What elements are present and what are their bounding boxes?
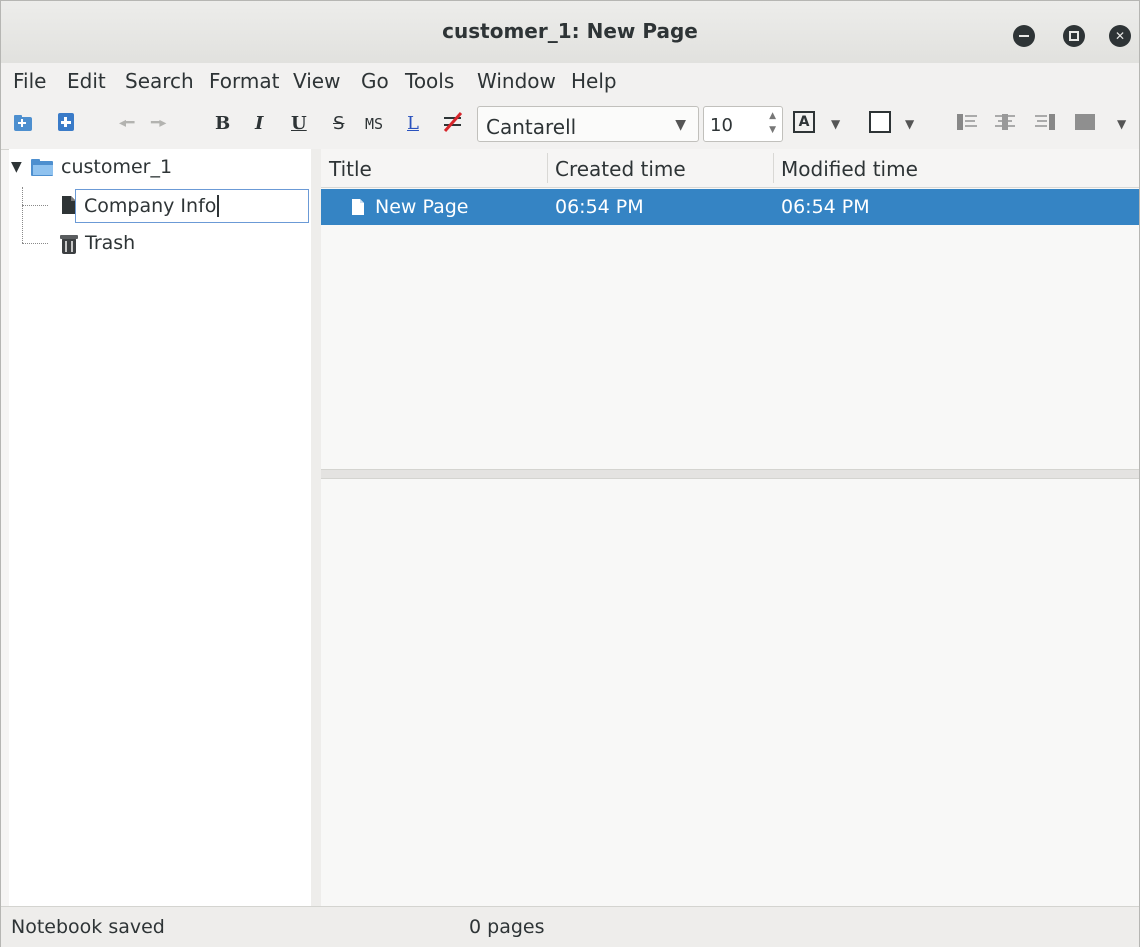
menu-tools[interactable]: Tools bbox=[405, 69, 454, 93]
menubar: File Edit Search Format View Go Tools Wi… bbox=[1, 63, 1139, 99]
justify-button[interactable] bbox=[1075, 113, 1095, 135]
menu-help[interactable]: Help bbox=[571, 69, 617, 93]
cell-modified: 06:54 PM bbox=[781, 196, 870, 218]
minimize-button[interactable] bbox=[1013, 25, 1035, 47]
toolbar-overflow-icon[interactable]: ▼ bbox=[1117, 117, 1126, 131]
align-center-icon bbox=[995, 114, 1015, 130]
monospace-button[interactable]: MS bbox=[365, 115, 383, 133]
notebook-tree: ▼ customer_1 Company Info Trash bbox=[9, 149, 312, 906]
menu-window[interactable]: Window bbox=[477, 69, 556, 93]
back-arrow-icon: ◂━ bbox=[119, 115, 135, 131]
column-header-title[interactable]: Title bbox=[329, 157, 372, 181]
vertical-pane-splitter[interactable] bbox=[311, 149, 321, 906]
tree-item-trash[interactable]: Trash bbox=[9, 225, 311, 261]
forward-button[interactable]: ━▸ bbox=[151, 115, 166, 131]
maximize-icon bbox=[1069, 31, 1079, 41]
column-header-modified[interactable]: Modified time bbox=[781, 157, 918, 181]
statusbar: Notebook saved 0 pages bbox=[1, 906, 1139, 947]
expander-icon[interactable]: ▼ bbox=[11, 159, 22, 175]
close-icon: ✕ bbox=[1114, 29, 1126, 43]
clear-format-icon bbox=[443, 112, 463, 132]
italic-button[interactable]: I bbox=[255, 113, 263, 134]
align-right-button[interactable] bbox=[1035, 113, 1055, 135]
page-list: Title Created time Modified time New Pag… bbox=[321, 149, 1139, 469]
menu-format[interactable]: Format bbox=[209, 69, 279, 93]
text-color-button[interactable]: A bbox=[793, 111, 815, 133]
text-color-dropdown-icon[interactable]: ▼ bbox=[831, 117, 840, 131]
trash-icon bbox=[60, 235, 78, 254]
page-plus-icon bbox=[58, 113, 74, 131]
dropdown-arrow-icon: ▼ bbox=[675, 117, 686, 133]
new-page-button[interactable] bbox=[55, 111, 79, 135]
column-headers: Title Created time Modified time bbox=[321, 149, 1139, 188]
tree-item-company-info[interactable]: Company Info bbox=[9, 187, 311, 223]
tree-item-label: Trash bbox=[85, 232, 136, 254]
horizontal-pane-splitter[interactable] bbox=[321, 469, 1139, 479]
app-window: customer_1: New Page ✕ File Edit Search … bbox=[0, 0, 1140, 947]
forward-arrow-icon: ━▸ bbox=[151, 115, 167, 131]
back-button[interactable]: ◂━ bbox=[119, 115, 134, 131]
background-color-button[interactable] bbox=[869, 111, 891, 133]
folder-icon bbox=[31, 159, 53, 176]
spin-up-icon[interactable]: ▲ bbox=[769, 111, 776, 121]
cell-title: New Page bbox=[375, 196, 469, 218]
page-count: 0 pages bbox=[469, 916, 545, 938]
font-family-select[interactable]: Cantarell ▼ bbox=[477, 106, 699, 142]
menu-go[interactable]: Go bbox=[361, 69, 389, 93]
align-center-button[interactable] bbox=[995, 113, 1015, 135]
tree-item-notebook[interactable]: ▼ customer_1 bbox=[9, 149, 311, 185]
status-text: Notebook saved bbox=[11, 916, 165, 938]
column-separator bbox=[547, 153, 548, 183]
cell-created: 06:54 PM bbox=[555, 196, 644, 218]
menu-edit[interactable]: Edit bbox=[67, 69, 106, 93]
menu-file[interactable]: File bbox=[13, 69, 46, 93]
maximize-button[interactable] bbox=[1063, 25, 1085, 47]
rename-input[interactable]: Company Info bbox=[75, 189, 309, 223]
menu-search[interactable]: Search bbox=[125, 69, 194, 93]
font-size-value: 10 bbox=[710, 115, 733, 136]
close-button[interactable]: ✕ bbox=[1109, 25, 1131, 47]
align-left-icon bbox=[957, 114, 977, 130]
spin-down-icon[interactable]: ▼ bbox=[769, 125, 776, 135]
background-color-dropdown-icon[interactable]: ▼ bbox=[905, 117, 914, 131]
link-button[interactable]: L bbox=[407, 113, 419, 134]
column-header-created[interactable]: Created time bbox=[555, 157, 686, 181]
text-color-icon: A bbox=[798, 114, 810, 130]
toolbar: ◂━ ━▸ B I U S MS L Cantarell ▼ 10 ▲ ▼ A bbox=[1, 99, 1139, 150]
new-subpage-button[interactable] bbox=[13, 113, 37, 135]
rename-input-value: Company Info bbox=[84, 195, 220, 217]
justify-icon bbox=[1075, 114, 1095, 130]
bold-button[interactable]: B bbox=[215, 113, 230, 134]
folder-plus-icon bbox=[14, 115, 32, 131]
page-icon bbox=[352, 199, 364, 215]
table-row[interactable]: New Page 06:54 PM 06:54 PM bbox=[321, 189, 1139, 225]
clear-format-button[interactable] bbox=[441, 111, 467, 135]
strikethrough-button[interactable]: S bbox=[333, 113, 344, 134]
font-size-spinner[interactable]: 10 ▲ ▼ bbox=[703, 106, 783, 142]
menu-view[interactable]: View bbox=[293, 69, 340, 93]
column-separator bbox=[773, 153, 774, 183]
tree-item-label: customer_1 bbox=[61, 156, 173, 178]
font-family-value: Cantarell bbox=[486, 115, 577, 139]
page-editor[interactable] bbox=[321, 479, 1139, 906]
align-left-button[interactable] bbox=[957, 113, 977, 135]
minimize-icon bbox=[1019, 35, 1029, 37]
underline-button[interactable]: U bbox=[291, 113, 307, 134]
align-right-icon bbox=[1035, 114, 1055, 130]
window-title: customer_1: New Page bbox=[442, 19, 698, 43]
titlebar[interactable]: customer_1: New Page ✕ bbox=[1, 1, 1139, 64]
